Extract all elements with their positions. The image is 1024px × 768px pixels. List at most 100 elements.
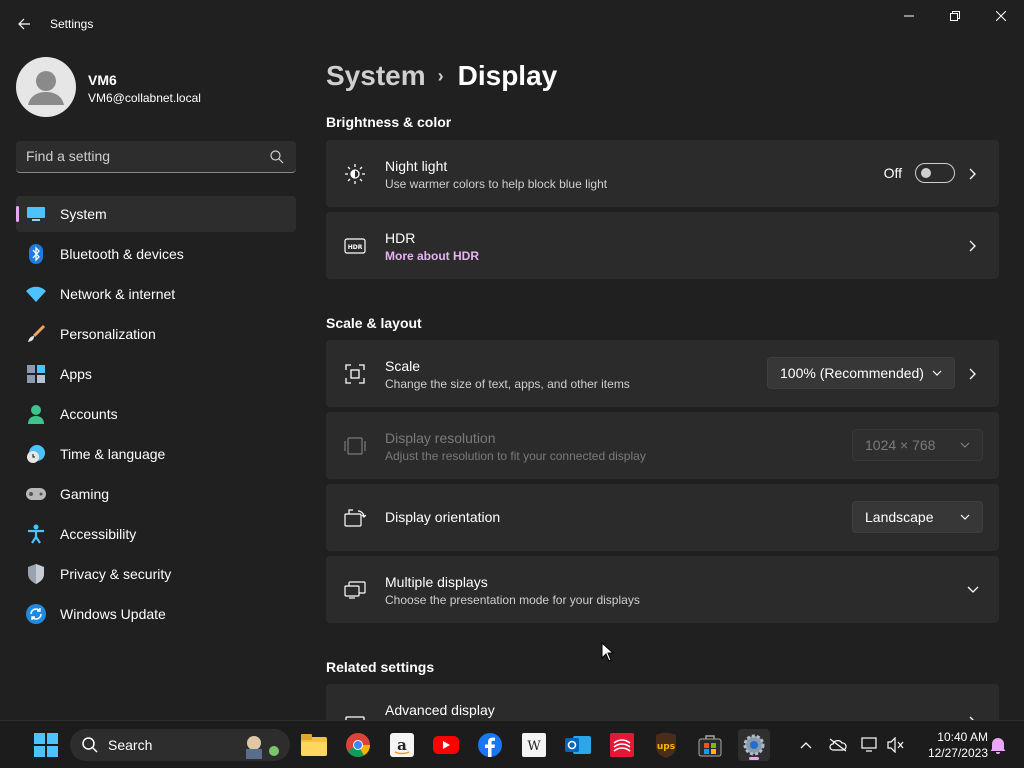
scale-title: Scale: [385, 358, 421, 374]
sidebar-item-accounts[interactable]: Accounts: [16, 396, 296, 432]
show-hidden-icons-button[interactable]: [790, 729, 822, 761]
maximize-button[interactable]: [932, 0, 978, 32]
taskbar-file-explorer[interactable]: [298, 729, 330, 761]
sidebar-item-time-language[interactable]: Time & language: [16, 436, 296, 472]
taskbar-amazon[interactable]: a: [386, 729, 418, 761]
resolution-dropdown-value: 1024 × 768: [865, 437, 936, 453]
sidebar-item-privacy[interactable]: Privacy & security: [16, 556, 296, 592]
taskbar-microsoft-store[interactable]: [694, 729, 726, 761]
taskbar-bank-of-america[interactable]: [606, 729, 638, 761]
sidebar-item-gaming[interactable]: Gaming: [16, 476, 296, 512]
user-profile[interactable]: VM6 VM6@collabnet.local: [16, 57, 306, 117]
display-resolution-card: Display resolution Adjust the resolution…: [326, 412, 999, 479]
close-icon: [996, 11, 1006, 21]
advanced-display-card[interactable]: Advanced display: [326, 684, 999, 726]
taskbar-outlook[interactable]: [562, 729, 594, 761]
sidebar-item-windows-update[interactable]: Windows Update: [16, 596, 296, 632]
search-highlight-icon: [246, 736, 279, 759]
display-orientation-title: Display orientation: [385, 509, 501, 525]
hdr-card[interactable]: HDR HDR More about HDR: [326, 212, 999, 279]
multiple-displays-card[interactable]: Multiple displays Choose the presentatio…: [326, 556, 999, 623]
breadcrumb-parent[interactable]: System: [326, 60, 426, 92]
sidebar-item-accessibility[interactable]: Accessibility: [16, 516, 296, 552]
sidebar-item-label: Time & language: [60, 446, 166, 462]
sidebar-item-apps[interactable]: Apps: [16, 356, 296, 392]
facebook-icon: [478, 733, 502, 757]
person-icon: [28, 71, 64, 105]
taskbar-search[interactable]: Search: [70, 729, 290, 761]
chrome-icon: [346, 733, 370, 757]
taskbar-chrome[interactable]: [342, 729, 374, 761]
sidebar-item-bluetooth[interactable]: Bluetooth & devices: [16, 236, 296, 272]
display-resolution-subtitle: Adjust the resolution to fit your connec…: [385, 449, 646, 463]
notifications-button[interactable]: [982, 729, 1014, 761]
sidebar-item-system[interactable]: System: [16, 196, 296, 232]
taskbar-search-label: Search: [108, 737, 153, 753]
chevron-up-icon: [800, 742, 812, 749]
bluetooth-icon: [26, 244, 46, 264]
gamepad-icon: [26, 484, 46, 504]
night-light-toggle-label: Off: [883, 165, 902, 181]
taskbar: Search a W ups 10:40 AM 12/27/2023: [0, 720, 1024, 768]
taskbar-facebook[interactable]: [474, 729, 506, 761]
network-icon: [26, 284, 46, 304]
sidebar-item-label: Bluetooth & devices: [60, 246, 184, 262]
back-arrow-icon: [18, 18, 30, 30]
apps-icon: [26, 364, 46, 384]
chevron-right-icon: [965, 238, 981, 254]
svg-text:W: W: [527, 739, 541, 754]
restore-icon: [950, 11, 960, 21]
display-resolution-title: Display resolution: [385, 430, 496, 446]
outlook-icon: [565, 736, 591, 754]
minimize-icon: [904, 15, 914, 17]
orientation-dropdown[interactable]: Landscape: [852, 501, 983, 533]
hdr-learn-more-link[interactable]: More about HDR: [385, 249, 479, 263]
taskbar-settings[interactable]: [738, 729, 770, 761]
sidebar-item-label: Network & internet: [60, 286, 176, 302]
night-light-toggle[interactable]: [915, 163, 955, 183]
svg-text:a: a: [397, 736, 407, 754]
clock-date: 12/27/2023: [927, 746, 988, 760]
search-input[interactable]: Find a setting: [26, 148, 110, 164]
multiple-displays-subtitle: Choose the presentation mode for your di…: [385, 593, 640, 607]
taskbar-youtube[interactable]: [430, 729, 462, 761]
cloud-offline-icon: [829, 738, 847, 752]
search-box[interactable]: Find a setting: [16, 141, 296, 173]
close-button[interactable]: [978, 0, 1024, 32]
minimize-button[interactable]: [886, 0, 932, 32]
file-explorer-icon: [301, 734, 327, 756]
sidebar-item-personalization[interactable]: Personalization: [16, 316, 296, 352]
user-name: VM6: [88, 72, 117, 88]
night-light-card[interactable]: Night light Use warmer colors to help bl…: [326, 140, 999, 207]
scale-dropdown[interactable]: 100% (Recommended): [767, 357, 955, 389]
scale-card[interactable]: Scale Change the size of text, apps, and…: [326, 340, 999, 407]
section-scale-layout: Scale & layout: [326, 315, 422, 331]
chevron-down-icon: [960, 514, 970, 520]
taskbar-ups[interactable]: ups: [650, 729, 682, 761]
advanced-display-title: Advanced display: [385, 702, 495, 718]
sidebar-item-label: Accounts: [60, 406, 118, 422]
sidebar-item-network[interactable]: Network & internet: [16, 276, 296, 312]
accounts-icon: [26, 404, 46, 424]
taskbar-wikipedia[interactable]: W: [518, 729, 550, 761]
scale-dropdown-value: 100% (Recommended): [780, 365, 924, 381]
onedrive-button[interactable]: [822, 729, 854, 761]
hdr-title: HDR: [385, 230, 416, 246]
title-bar: Settings: [0, 0, 1024, 48]
svg-text:HDR: HDR: [348, 244, 363, 251]
ups-icon: ups: [656, 732, 676, 758]
network-monitor-icon: [861, 737, 877, 752]
multiple-displays-icon: [344, 579, 366, 601]
start-button[interactable]: [30, 729, 62, 761]
sidebar-item-label: Apps: [60, 366, 92, 382]
night-light-title: Night light: [385, 158, 448, 174]
system-clock[interactable]: 10:40 AM 12/27/2023: [912, 729, 988, 761]
sidebar-item-label: Personalization: [60, 326, 156, 342]
display-orientation-card[interactable]: Display orientation Landscape: [326, 484, 999, 551]
back-button[interactable]: [12, 12, 36, 36]
sidebar-item-label: Gaming: [60, 486, 110, 502]
orientation-dropdown-value: Landscape: [865, 509, 934, 525]
volume-button[interactable]: [880, 729, 912, 761]
avatar: [16, 57, 76, 117]
microsoft-store-icon: [698, 735, 722, 757]
